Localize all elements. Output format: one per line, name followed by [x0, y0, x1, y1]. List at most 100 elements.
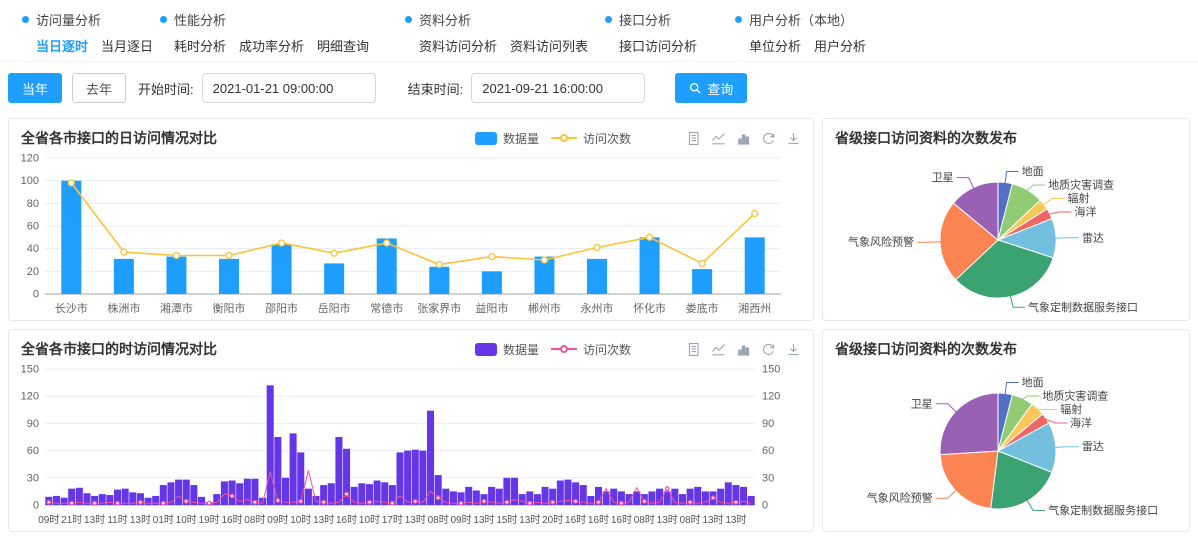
panel-title: 省级接口访问资料的次数发布	[835, 339, 1017, 359]
legend-bar-swatch[interactable]	[475, 132, 497, 145]
left-column: 全省各市接口的日访问情况对比 数据量 访问次数 020406080100120长…	[8, 118, 814, 532]
province-interface-pie-panel-1: 省级接口访问资料的次数发布 地面地质灾害调查辐射海洋雷达气象定制数据服务接口卫星…	[822, 118, 1190, 321]
svg-text:湘西州: 湘西州	[738, 301, 771, 315]
svg-text:13时: 13时	[702, 514, 723, 526]
legend-line-swatch[interactable]	[551, 343, 577, 356]
nav-item-daily-month[interactable]: 当月逐日	[101, 36, 153, 55]
restore-icon[interactable]	[761, 342, 776, 357]
svg-text:0: 0	[33, 500, 39, 512]
svg-text:20时: 20时	[542, 514, 563, 526]
svg-text:16时: 16时	[611, 514, 632, 526]
nav-item-data-access-list[interactable]: 资料访问列表	[510, 36, 588, 55]
svg-text:娄底市: 娄底市	[686, 301, 719, 315]
nav-group-title: 访问量分析	[22, 10, 153, 29]
svg-text:15时: 15时	[496, 514, 517, 526]
nav-group-title-text: 接口分析	[619, 10, 671, 29]
nav-item-success-rate[interactable]: 成功率分析	[239, 36, 304, 55]
nav-group-performance: 性能分析 耗时分析 成功率分析 明细查询	[160, 10, 369, 55]
hourly-visit-panel: 全省各市接口的时访问情况对比 数据量 访问次数 0030306060909012…	[8, 329, 814, 532]
svg-text:90: 90	[27, 418, 39, 430]
this-year-button[interactable]: 当年	[8, 73, 62, 103]
search-button-label: 查询	[707, 79, 733, 98]
svg-text:19时: 19时	[199, 514, 220, 526]
legend-line-label[interactable]: 访问次数	[583, 341, 631, 358]
svg-text:株洲市: 株洲市	[107, 301, 140, 315]
nav-group-user-analysis: 用户分析（本地） 单位分析 用户分析	[735, 10, 866, 55]
svg-text:气象风险预警: 气象风险预警	[848, 235, 914, 249]
top-nav: 访问量分析 当日逐时 当月逐日 性能分析 耗时分析 成功率分析 明细查询 资料分…	[0, 0, 1198, 62]
bullet-icon	[605, 16, 612, 23]
bar-chart-toggle-icon[interactable]	[736, 131, 751, 146]
svg-text:01时: 01时	[153, 514, 174, 526]
search-icon	[689, 82, 702, 95]
start-time-input[interactable]	[202, 73, 376, 103]
province-interface-pie-chart-2[interactable]: 地面地质灾害调查辐射海洋雷达气象定制数据服务接口卫星气象风险预警	[823, 359, 1183, 531]
svg-text:08时: 08时	[680, 514, 701, 526]
nav-item-data-access-analysis[interactable]: 资料访问分析	[419, 36, 497, 55]
search-button[interactable]: 查询	[675, 73, 747, 103]
last-year-button[interactable]: 去年	[72, 73, 126, 103]
svg-text:气象风险预警: 气象风险预警	[867, 491, 933, 505]
bar-chart-toggle-icon[interactable]	[736, 342, 751, 357]
data-view-icon[interactable]	[686, 131, 701, 146]
nav-item-interface-access-analysis[interactable]: 接口访问分析	[619, 36, 697, 55]
legend-bar-swatch[interactable]	[475, 343, 497, 356]
restore-icon[interactable]	[761, 131, 776, 146]
svg-text:气象定制数据服务接口: 气象定制数据服务接口	[1028, 300, 1138, 314]
chart-legend: 数据量 访问次数	[475, 341, 631, 358]
nav-item-detail-query[interactable]: 明细查询	[317, 36, 369, 55]
svg-text:21时: 21时	[61, 514, 82, 526]
svg-text:150: 150	[762, 364, 780, 376]
nav-item-hourly-today[interactable]: 当日逐时	[36, 36, 88, 55]
end-time-input[interactable]	[471, 73, 645, 103]
end-time-label: 结束时间:	[408, 79, 464, 98]
download-icon[interactable]	[786, 342, 801, 357]
svg-text:80: 80	[27, 198, 39, 210]
svg-text:雷达: 雷达	[1082, 231, 1104, 244]
svg-text:30: 30	[762, 472, 774, 484]
svg-text:13时: 13时	[519, 514, 540, 526]
line-chart-toggle-icon[interactable]	[711, 342, 726, 357]
svg-text:120: 120	[21, 391, 39, 403]
svg-text:11时: 11时	[107, 514, 127, 526]
svg-text:邵阳市: 邵阳市	[265, 301, 298, 315]
legend-bar-label[interactable]: 数据量	[503, 341, 539, 358]
svg-text:永州市: 永州市	[581, 301, 614, 315]
legend-line-swatch[interactable]	[551, 132, 577, 145]
svg-text:地质灾害调查: 地质灾害调查	[1042, 389, 1108, 403]
svg-text:郴州市: 郴州市	[528, 301, 561, 315]
nav-group-title-text: 资料分析	[419, 10, 471, 29]
line-chart-toggle-icon[interactable]	[711, 131, 726, 146]
legend-bar-label[interactable]: 数据量	[503, 130, 539, 147]
nav-item-time-cost[interactable]: 耗时分析	[174, 36, 226, 55]
daily-visit-panel: 全省各市接口的日访问情况对比 数据量 访问次数 020406080100120长…	[8, 118, 814, 321]
svg-text:60: 60	[762, 445, 774, 457]
svg-text:100: 100	[21, 175, 39, 187]
legend-line-label[interactable]: 访问次数	[583, 130, 631, 147]
svg-text:海洋: 海洋	[1074, 205, 1096, 219]
nav-group-title-text: 访问量分析	[36, 10, 101, 29]
daily-visit-bar-line-chart[interactable]: 020406080100120长沙市株洲市湘潭市衡阳市邵阳市岳阳市常德市张家界市…	[9, 148, 797, 320]
svg-text:衡阳市: 衡阳市	[213, 301, 246, 315]
download-icon[interactable]	[786, 131, 801, 146]
nav-item-user-analysis[interactable]: 用户分析	[814, 36, 866, 55]
nav-item-unit-analysis[interactable]: 单位分析	[749, 36, 801, 55]
svg-text:张家界市: 张家界市	[417, 301, 461, 315]
svg-text:13时: 13时	[473, 514, 494, 526]
nav-group-visit-analysis: 访问量分析 当日逐时 当月逐日	[22, 10, 153, 55]
svg-text:13时: 13时	[313, 514, 334, 526]
svg-text:13时: 13时	[657, 514, 678, 526]
svg-text:海洋: 海洋	[1070, 416, 1092, 430]
svg-text:60: 60	[27, 221, 39, 233]
province-interface-pie-chart-1[interactable]: 地面地质灾害调查辐射海洋雷达气象定制数据服务接口卫星气象风险预警	[823, 148, 1183, 320]
panel-title: 全省各市接口的时访问情况对比	[21, 339, 217, 359]
nav-group-data-analysis: 资料分析 资料访问分析 资料访问列表	[405, 10, 588, 55]
svg-text:09时: 09时	[38, 514, 59, 526]
svg-text:13时: 13时	[725, 514, 746, 526]
svg-text:常德市: 常德市	[370, 301, 403, 315]
chart-toolbox	[686, 342, 801, 357]
data-view-icon[interactable]	[686, 342, 701, 357]
svg-text:辐射: 辐射	[1068, 191, 1090, 205]
hourly-visit-bar-line-chart[interactable]: 0030306060909012012015015009时21时13时11时13…	[9, 359, 797, 531]
svg-text:地面: 地面	[1022, 376, 1044, 389]
